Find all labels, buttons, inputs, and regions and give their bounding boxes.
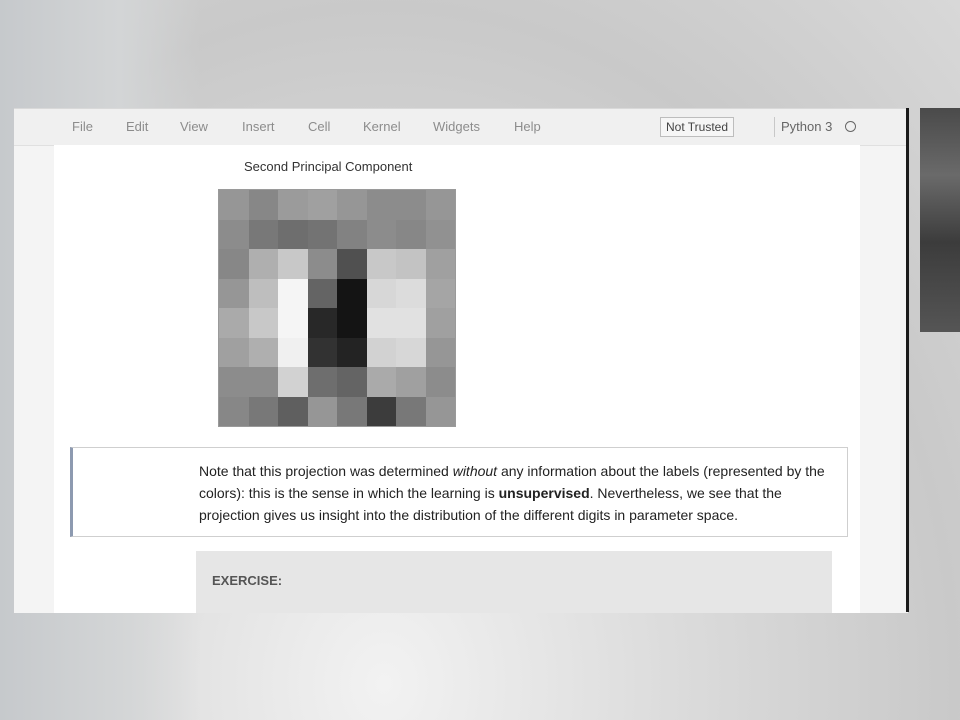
image-pixel xyxy=(248,308,278,338)
image-pixel xyxy=(219,367,249,397)
markdown-strong: unsupervised xyxy=(498,485,590,501)
image-pixel xyxy=(425,190,455,220)
image-pixel xyxy=(366,278,396,308)
image-pixel xyxy=(425,396,455,426)
menu-view[interactable]: View xyxy=(180,119,208,134)
jupyter-notebook-window: File Edit View Insert Cell Kernel Widget… xyxy=(14,108,908,613)
image-pixel xyxy=(248,278,278,308)
image-pixel xyxy=(366,396,396,426)
menu-widgets[interactable]: Widgets xyxy=(433,119,480,134)
kernel-name: Python 3 xyxy=(781,119,833,134)
image-pixel xyxy=(307,396,337,426)
image-pixel xyxy=(425,278,455,308)
image-pixel xyxy=(219,249,249,279)
image-pixel xyxy=(366,367,396,397)
markdown-emphasis: without xyxy=(452,463,498,479)
image-pixel xyxy=(396,337,426,367)
image-pixel xyxy=(337,367,367,397)
image-pixel xyxy=(425,367,455,397)
image-pixel xyxy=(366,219,396,249)
image-pixel xyxy=(396,308,426,338)
menu-insert[interactable]: Insert xyxy=(242,119,275,134)
image-pixel xyxy=(219,190,249,220)
image-pixel xyxy=(337,249,367,279)
image-pixel xyxy=(337,308,367,338)
kernel-status-icon xyxy=(845,121,856,132)
menu-file[interactable]: File xyxy=(72,119,93,134)
menu-kernel[interactable]: Kernel xyxy=(363,119,401,134)
figure-title: Second Principal Component xyxy=(244,159,413,174)
image-pixel xyxy=(248,367,278,397)
image-pixel xyxy=(278,337,308,367)
image-pixel xyxy=(366,249,396,279)
image-pixel xyxy=(278,367,308,397)
image-pixel xyxy=(425,219,455,249)
image-pixel xyxy=(219,396,249,426)
image-pixel xyxy=(248,396,278,426)
principal-component-image xyxy=(218,189,456,427)
image-pixel xyxy=(307,190,337,220)
menu-bar: File Edit View Insert Cell Kernel Widget… xyxy=(14,109,908,146)
image-pixel xyxy=(307,308,337,338)
exercise-title: EXERCISE: xyxy=(212,573,283,588)
markdown-text-part1: Note that this projection was determined xyxy=(199,463,453,479)
exercise-box[interactable]: EXERCISE: xyxy=(196,551,832,613)
menu-help[interactable]: Help xyxy=(514,119,541,134)
markdown-cell[interactable]: Note that this projection was determined… xyxy=(70,447,848,537)
image-pixel xyxy=(219,278,249,308)
image-pixel xyxy=(307,367,337,397)
image-pixel xyxy=(307,249,337,279)
image-pixel xyxy=(366,190,396,220)
image-pixel xyxy=(219,219,249,249)
image-pixel xyxy=(278,278,308,308)
image-pixel xyxy=(396,249,426,279)
window-divider xyxy=(906,108,909,612)
image-pixel xyxy=(278,396,308,426)
menu-separator xyxy=(774,117,775,137)
image-pixel xyxy=(425,337,455,367)
image-pixel xyxy=(396,278,426,308)
image-pixel xyxy=(366,308,396,338)
image-pixel xyxy=(425,249,455,279)
image-pixel xyxy=(278,249,308,279)
image-pixel xyxy=(307,219,337,249)
image-pixel xyxy=(248,190,278,220)
image-pixel xyxy=(337,219,367,249)
side-window-thumbnail xyxy=(920,108,960,332)
image-pixel xyxy=(307,337,337,367)
image-pixel xyxy=(337,337,367,367)
image-pixel xyxy=(248,219,278,249)
menu-cell[interactable]: Cell xyxy=(308,119,330,134)
image-pixel xyxy=(396,219,426,249)
notebook-container: Second Principal Component Note that thi… xyxy=(54,145,860,613)
image-pixel xyxy=(396,367,426,397)
image-pixel xyxy=(219,308,249,338)
image-pixel xyxy=(337,190,367,220)
image-pixel xyxy=(396,396,426,426)
image-pixel xyxy=(425,308,455,338)
image-pixel xyxy=(278,190,308,220)
image-pixel xyxy=(366,337,396,367)
image-pixel xyxy=(278,219,308,249)
menu-edit[interactable]: Edit xyxy=(126,119,148,134)
image-pixel xyxy=(337,278,367,308)
image-pixel xyxy=(278,308,308,338)
image-pixel xyxy=(248,337,278,367)
image-pixel xyxy=(396,190,426,220)
markdown-text: Note that this projection was determined… xyxy=(199,460,839,526)
image-pixel xyxy=(337,396,367,426)
not-trusted-button[interactable]: Not Trusted xyxy=(660,117,735,137)
image-pixel xyxy=(307,278,337,308)
image-pixel xyxy=(248,249,278,279)
image-pixel xyxy=(219,337,249,367)
